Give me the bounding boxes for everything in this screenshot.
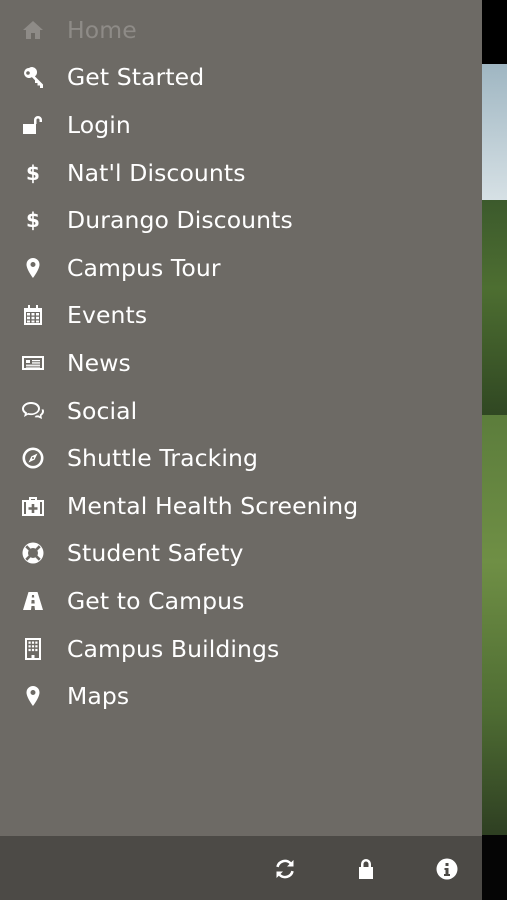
key-icon — [20, 64, 46, 90]
menu-item-get-to-campus[interactable]: Get to Campus — [0, 577, 482, 625]
compass-icon — [20, 445, 46, 471]
menu-item-campus-buildings[interactable]: Campus Buildings — [0, 625, 482, 673]
info-icon[interactable] — [434, 856, 460, 882]
menu-item-campus-tour[interactable]: Campus Tour — [0, 244, 482, 292]
building-icon — [20, 636, 46, 662]
menu-item-natl-discounts[interactable]: $ Nat'l Discounts — [0, 149, 482, 197]
unlock-icon — [20, 112, 46, 138]
menu-item-label: Student Safety — [67, 539, 244, 568]
menu-item-label: Campus Buildings — [67, 634, 280, 663]
menu-item-social[interactable]: Social — [0, 387, 482, 435]
road-icon — [20, 588, 46, 614]
menu-item-label: Social — [67, 396, 138, 425]
menu-item-label: Get to Campus — [67, 586, 245, 615]
menu-item-label: Home — [67, 15, 137, 44]
refresh-icon[interactable] — [272, 856, 298, 882]
background-grass — [482, 415, 507, 835]
menu-item-login[interactable]: Login — [0, 101, 482, 149]
menu-item-events[interactable]: Events — [0, 292, 482, 340]
calendar-icon — [20, 302, 46, 328]
menu-item-label: Shuttle Tracking — [67, 444, 259, 473]
menu-item-label: Get Started — [67, 63, 205, 92]
menu-item-label: Login — [67, 110, 131, 139]
background-trees — [482, 200, 507, 420]
home-icon — [20, 17, 46, 43]
background-photo-peek — [482, 0, 507, 900]
background-ground — [482, 835, 507, 900]
menu-item-maps[interactable]: Maps — [0, 672, 482, 720]
menu-item-shuttle-tracking[interactable]: Shuttle Tracking — [0, 434, 482, 482]
menu-item-get-started[interactable]: Get Started — [0, 54, 482, 102]
map-marker-icon — [20, 683, 46, 709]
menu-item-label: Mental Health Screening — [67, 491, 359, 520]
newspaper-icon — [20, 350, 46, 376]
background-sky — [482, 64, 507, 204]
menu-item-news[interactable]: News — [0, 339, 482, 387]
menu-item-student-safety[interactable]: Student Safety — [0, 530, 482, 578]
life-ring-icon — [20, 540, 46, 566]
menu-item-label: News — [67, 348, 131, 377]
lock-icon[interactable] — [353, 856, 379, 882]
menu-item-mental-health-screening[interactable]: Mental Health Screening — [0, 482, 482, 530]
dollar-icon: $ — [26, 160, 40, 185]
medkit-icon — [20, 493, 46, 519]
dollar-icon: $ — [26, 208, 40, 233]
menu-item-durango-discounts[interactable]: $ Durango Discounts — [0, 196, 482, 244]
menu-item-label: Durango Discounts — [67, 206, 293, 235]
menu-item-label: Events — [67, 301, 148, 330]
side-menu-list: Home Get Started Login $ Nat'l Discounts… — [0, 6, 482, 720]
side-menu-drawer: Home Get Started Login $ Nat'l Discounts… — [0, 0, 482, 836]
map-marker-icon — [20, 255, 46, 281]
menu-item-label: Campus Tour — [67, 253, 221, 282]
chat-bubbles-icon — [20, 398, 46, 424]
menu-item-label: Maps — [67, 682, 130, 711]
menu-item-label: Nat'l Discounts — [67, 158, 246, 187]
menu-item-home[interactable]: Home — [0, 6, 482, 54]
drawer-footer-toolbar — [0, 836, 482, 900]
